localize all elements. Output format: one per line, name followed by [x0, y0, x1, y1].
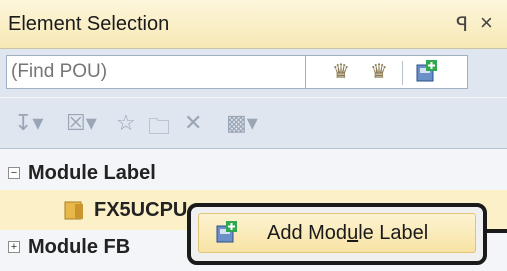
expand-dropdown-icon[interactable]: ↧▾: [14, 110, 43, 136]
favorite-icon[interactable]: ☆: [116, 110, 136, 136]
add-module-label-menu-item[interactable]: Add Module Label: [198, 213, 476, 253]
element-selection-panel: Element Selection ꟼ × ♛ ♛ ↧▾ ☒▾ ☆ 🗀 ✕ ▩▾…: [0, 0, 507, 271]
menu-item-label: Add Module Label: [267, 222, 429, 244]
cpu-folder-icon: [64, 201, 83, 220]
collapse-icon[interactable]: −: [8, 167, 20, 179]
tree-item-label: Module Label: [28, 162, 156, 184]
search-row: ♛ ♛: [0, 49, 507, 97]
callout-line: [487, 229, 507, 233]
pin-icon[interactable]: ꟼ: [456, 12, 468, 37]
find-pou-input[interactable]: [6, 55, 306, 89]
find-previous-icon[interactable]: ♛: [332, 59, 350, 84]
tree-item-label: FX5UCPU: [94, 199, 188, 221]
delete-icon[interactable]: ✕: [184, 110, 202, 136]
panel-title: Element Selection: [8, 13, 170, 35]
tree-item-module-label[interactable]: − Module Label: [0, 153, 507, 193]
separator: [402, 61, 403, 85]
title-bar: Element Selection ꟼ ×: [0, 0, 507, 49]
add-module-icon: [216, 221, 237, 243]
close-icon[interactable]: ×: [480, 10, 493, 36]
tree-item-label: Module FB: [28, 236, 131, 258]
search-tools: ♛ ♛: [306, 55, 468, 89]
find-next-icon[interactable]: ♛: [370, 59, 388, 84]
delete-dropdown-icon[interactable]: ☒▾: [66, 110, 97, 136]
folder-icon[interactable]: 🗀: [148, 110, 170, 148]
context-menu: Add Module Label: [187, 203, 487, 265]
display-dropdown-icon[interactable]: ▩▾: [226, 110, 258, 136]
expand-icon[interactable]: +: [8, 241, 20, 253]
add-module-icon[interactable]: [412, 59, 438, 85]
toolbar: ↧▾ ☒▾ ☆ 🗀 ✕ ▩▾: [0, 98, 507, 149]
